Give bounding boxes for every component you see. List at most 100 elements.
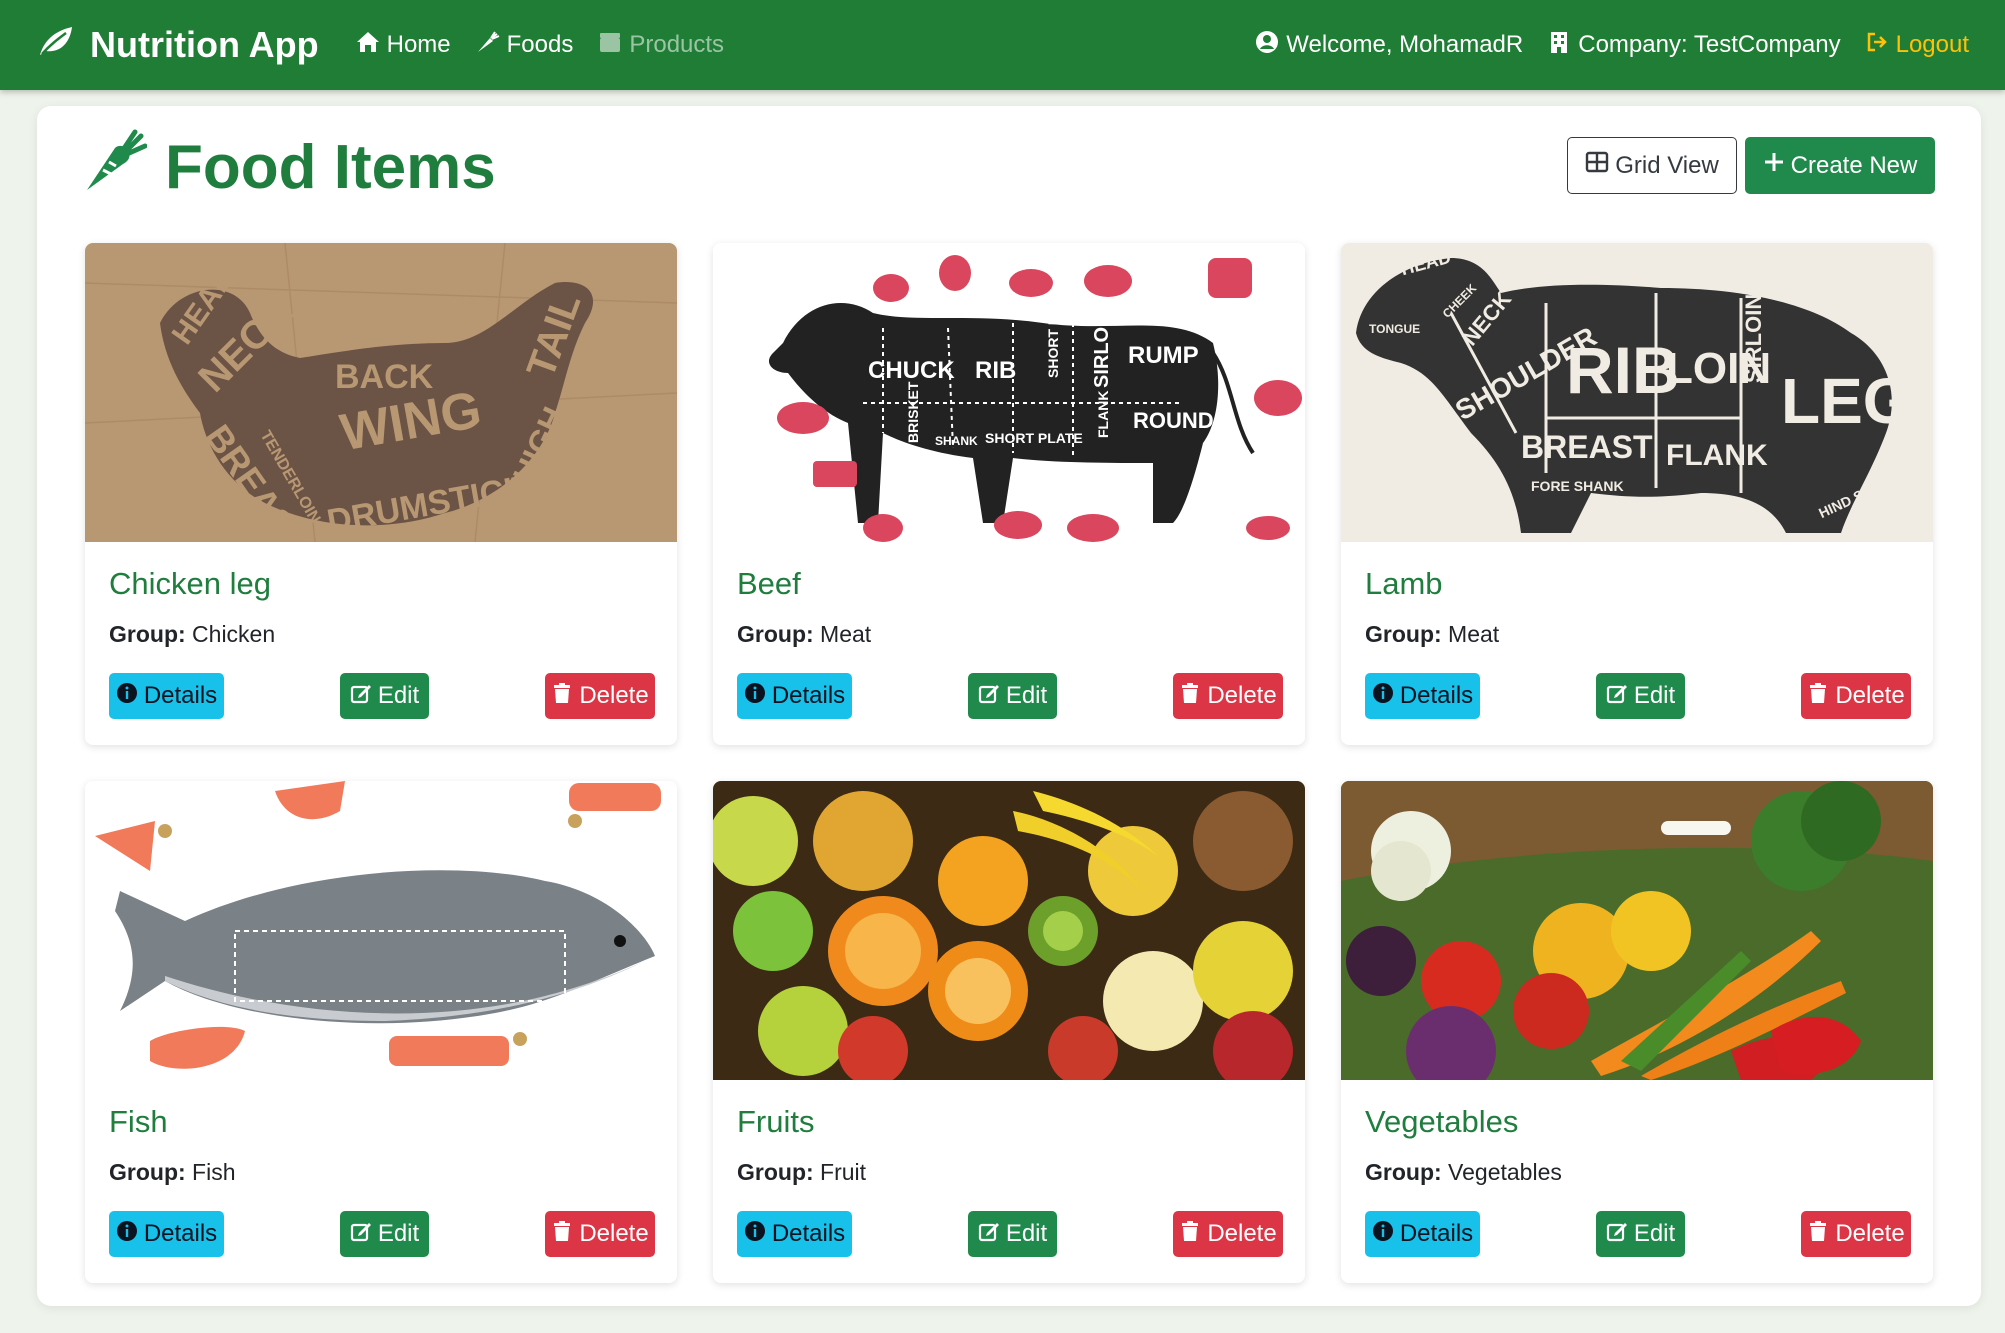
logout-link[interactable]: Logout bbox=[1865, 30, 1969, 61]
brand[interactable]: Nutrition App bbox=[36, 21, 319, 70]
nav-home-label: Home bbox=[386, 31, 451, 58]
box-icon bbox=[597, 29, 629, 62]
lamb-cuts-image: HEAD CHEEK TONGUE NECK SHOULDER RIB LOIN… bbox=[1341, 243, 1933, 542]
edit-button[interactable]: Edit bbox=[340, 673, 429, 719]
details-button[interactable]: Details bbox=[1365, 1211, 1480, 1257]
carrot-icon bbox=[475, 29, 507, 62]
group-value: Fish bbox=[192, 1159, 236, 1185]
leaf-icon bbox=[36, 21, 90, 70]
plus-icon bbox=[1763, 151, 1791, 180]
delete-button[interactable]: Delete bbox=[545, 1211, 655, 1257]
building-icon bbox=[1547, 30, 1578, 61]
info-icon bbox=[116, 1220, 144, 1249]
edit-button[interactable]: Edit bbox=[340, 1211, 429, 1257]
group-value: Vegetables bbox=[1448, 1159, 1562, 1185]
details-label: Details bbox=[771, 1220, 846, 1247]
delete-button[interactable]: Delete bbox=[545, 673, 655, 719]
beef-flank-label: FLANK bbox=[1095, 391, 1111, 438]
edit-label: Edit bbox=[1633, 1220, 1676, 1247]
beef-round-label: ROUND bbox=[1133, 408, 1214, 433]
nav-products-label: Products bbox=[629, 31, 725, 58]
trash-icon bbox=[1807, 682, 1835, 711]
nav-home[interactable]: Home bbox=[355, 29, 451, 62]
trash-icon bbox=[1807, 1220, 1835, 1249]
details-button[interactable]: Details bbox=[737, 1211, 852, 1257]
lamb-foreshank-label: FORE SHANK bbox=[1531, 478, 1624, 494]
trash-icon bbox=[1179, 1220, 1207, 1249]
group-value: Meat bbox=[820, 621, 872, 647]
edit-label: Edit bbox=[377, 1220, 420, 1247]
create-new-label: Create New bbox=[1790, 151, 1918, 179]
edit-label: Edit bbox=[377, 682, 420, 709]
beef-shank-label: SHANK bbox=[935, 434, 978, 448]
food-group: Group: Fruit bbox=[737, 1159, 866, 1186]
food-card: HEAD CHEEK TONGUE NECK SHOULDER RIB LOIN… bbox=[1341, 243, 1933, 745]
page-title-text: Food Items bbox=[165, 133, 496, 202]
welcome-text: Welcome, MohamadR bbox=[1286, 31, 1524, 58]
lamb-sirloin-label: SIRLOIN bbox=[1741, 294, 1766, 383]
lamb-flank-label: FLANK bbox=[1666, 439, 1768, 472]
create-new-button[interactable]: Create New bbox=[1745, 137, 1935, 194]
logout-label: Logout bbox=[1895, 31, 1969, 58]
delete-button[interactable]: Delete bbox=[1801, 673, 1911, 719]
group-value: Meat bbox=[1448, 621, 1500, 647]
beef-chuck-label: CHUCK bbox=[868, 357, 955, 384]
trash-icon bbox=[1179, 682, 1207, 711]
lamb-leg-label: LEG bbox=[1781, 365, 1913, 437]
company-text: Company: TestCompany bbox=[1578, 31, 1841, 58]
food-group: Group: Vegetables bbox=[1365, 1159, 1562, 1186]
beef-rib-label: RIB bbox=[975, 357, 1016, 384]
group-label: Group: bbox=[737, 621, 814, 647]
details-label: Details bbox=[771, 682, 846, 709]
info-icon bbox=[116, 682, 144, 711]
food-name: Beef bbox=[737, 566, 801, 601]
edit-icon bbox=[978, 1220, 1006, 1249]
brand-name: Nutrition App bbox=[90, 24, 319, 65]
edit-button[interactable]: Edit bbox=[1596, 1211, 1685, 1257]
group-label: Group: bbox=[737, 1159, 814, 1185]
edit-label: Edit bbox=[1005, 1220, 1048, 1247]
details-button[interactable]: Details bbox=[1365, 673, 1480, 719]
fruits-image bbox=[713, 781, 1305, 1080]
nav-products[interactable]: Products bbox=[597, 29, 724, 62]
logout-icon bbox=[1865, 30, 1896, 61]
details-button[interactable]: Details bbox=[109, 673, 224, 719]
delete-label: Delete bbox=[1207, 1220, 1277, 1247]
group-label: Group: bbox=[1365, 1159, 1442, 1185]
edit-button[interactable]: Edit bbox=[968, 1211, 1057, 1257]
info-icon bbox=[744, 682, 772, 711]
food-name: Chicken leg bbox=[109, 566, 271, 601]
food-card: Fruits Group: Fruit Details Edit Delete bbox=[713, 781, 1305, 1283]
delete-label: Delete bbox=[1207, 682, 1277, 709]
edit-button[interactable]: Edit bbox=[1596, 673, 1685, 719]
group-label: Group: bbox=[1365, 621, 1442, 647]
edit-icon bbox=[978, 682, 1006, 711]
food-group: Group: Chicken bbox=[109, 621, 275, 648]
navbar: Nutrition App Home Foods Products Welcom… bbox=[0, 0, 2005, 90]
grid-view-button[interactable]: Grid View bbox=[1567, 137, 1737, 194]
lamb-breast-label: BREAST bbox=[1521, 429, 1653, 465]
beef-brisket-label: BRISKET bbox=[905, 381, 921, 443]
nav-foods[interactable]: Foods bbox=[475, 29, 573, 62]
food-name: Lamb bbox=[1365, 566, 1443, 601]
beef-cuts-image: CHUCK RIB SHORT LOIN SIRLOIN RUMP ROUND … bbox=[713, 243, 1305, 542]
lamb-tongue-label: TONGUE bbox=[1369, 322, 1420, 336]
company-info: Company: TestCompany bbox=[1547, 30, 1841, 61]
delete-button[interactable]: Delete bbox=[1173, 1211, 1283, 1257]
chicken-cuts-image: HEAD NECK BACK WING TAIL BREAST DRUMSTIC… bbox=[85, 243, 677, 542]
details-button[interactable]: Details bbox=[737, 673, 852, 719]
delete-button[interactable]: Delete bbox=[1801, 1211, 1911, 1257]
grid-view-label: Grid View bbox=[1615, 151, 1719, 179]
details-label: Details bbox=[143, 682, 218, 709]
group-value: Fruit bbox=[820, 1159, 867, 1185]
edit-label: Edit bbox=[1633, 682, 1676, 709]
delete-button[interactable]: Delete bbox=[1173, 673, 1283, 719]
delete-label: Delete bbox=[579, 1220, 649, 1247]
edit-icon bbox=[350, 682, 378, 711]
beef-shortloin-label: SHORT LOIN bbox=[1045, 292, 1061, 378]
beef-sirloin-label: SIRLOIN bbox=[1091, 307, 1113, 388]
food-group: Group: Fish bbox=[109, 1159, 236, 1186]
edit-button[interactable]: Edit bbox=[968, 673, 1057, 719]
details-button[interactable]: Details bbox=[109, 1211, 224, 1257]
beef-shortplate-label: SHORT PLATE bbox=[985, 430, 1083, 446]
